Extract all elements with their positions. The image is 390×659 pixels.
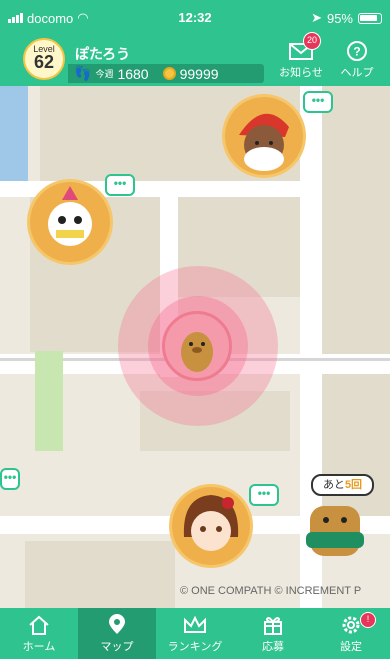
chat-bubble[interactable]: ••• [0,468,20,490]
status-bar: docomo ◠ 12:32 ➤ 95% [0,0,390,36]
map-view[interactable]: ••• ••• ••• ••• あと5回 © ONE COMPATH © INC… [0,86,390,608]
character-girl[interactable] [169,484,253,568]
tab-map[interactable]: マップ [78,608,156,659]
water-area [0,86,28,196]
help-label: ヘルプ [340,67,374,79]
map-copyright: © ONE COMPATH © INCREMENT P [180,585,362,597]
park-area [35,351,63,451]
footprint-icon: 👣 [74,65,92,81]
chat-bubble[interactable]: ••• [303,91,333,113]
svg-text:?: ? [353,45,360,59]
notice-label: お知らせ [279,67,323,79]
location-icon: ➤ [311,10,322,25]
tab-settings[interactable]: 設定 ! [312,608,390,659]
crown-icon [184,615,206,633]
settings-badge: ! [360,612,376,628]
battery-icon [358,12,382,24]
tab-apply[interactable]: 応募 [234,608,312,659]
weekly-steps: 1680 [117,65,149,82]
level-value: 62 [33,52,55,72]
help-button[interactable]: ? ヘルプ [334,40,380,80]
character-santa[interactable] [222,94,306,178]
notice-button[interactable]: 20 お知らせ [276,32,326,80]
stats-bar: 👣 今週 1680 99999 [68,64,264,83]
coin-icon [162,67,176,80]
user-avatar-marker[interactable] [162,311,232,381]
home-icon [29,615,49,635]
tab-home[interactable]: ホーム [0,608,78,659]
username: ぽたろう [75,46,131,62]
app-header: docomo ◠ 12:32 ➤ 95% Level 62 ぽたろう 👣 今週 … [0,0,390,86]
tab-label: ランキング [167,641,223,653]
chat-bubble[interactable]: ••• [105,174,135,196]
remaining-count: 5回 [344,479,363,491]
tab-label: マップ [100,641,134,653]
coin-count: 99999 [179,65,219,82]
status-right: ➤ 95% [311,10,382,26]
gift-icon [264,617,282,635]
level-badge: Level 62 [23,38,65,80]
map-block [322,86,390,386]
remaining-count-bubble: あと5回 [311,474,374,496]
map-block [25,541,175,608]
chat-bubble[interactable]: ••• [249,484,279,506]
character-rooster[interactable] [27,179,113,265]
map-pin-icon [109,614,125,634]
tab-ranking[interactable]: ランキング [156,608,234,659]
bottom-tab-bar: ホーム マップ ランキング 応募 設定 ! [0,608,390,659]
question-circle-icon: ? [343,40,371,62]
remaining-prefix: あと [322,479,345,491]
tab-label: 応募 [262,641,284,653]
envelope-icon: 20 [287,32,321,62]
notice-badge: 20 [303,32,321,50]
tab-label: 設定 [340,641,362,653]
battery-percent: 95% [326,10,353,26]
tab-label: ホーム [22,641,56,653]
weekly-label: 今週 [95,69,114,79]
